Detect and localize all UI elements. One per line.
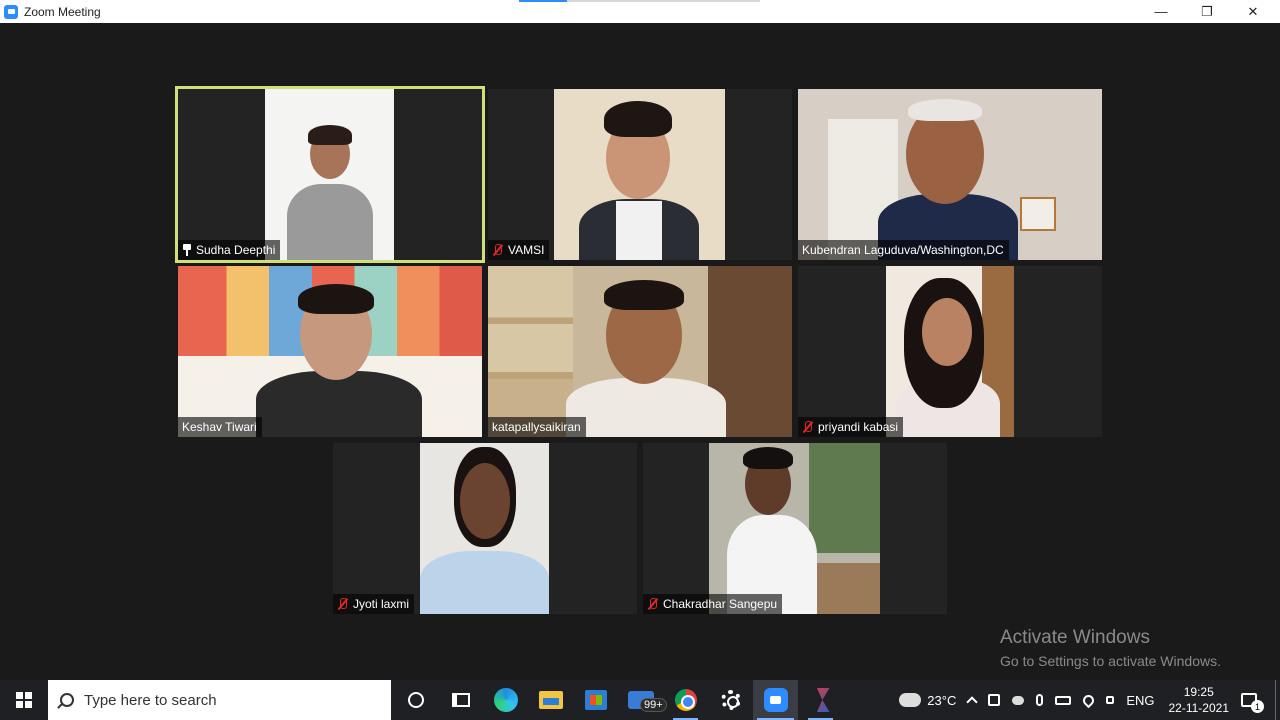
participant-name: Chakradhar Sangepu [663,597,778,611]
participant-name-tag: Sudha Deepthi [178,240,281,260]
language-indicator[interactable]: ENG [1126,693,1154,708]
clock[interactable]: 19:25 22-11-2021 [1169,684,1230,716]
close-button[interactable]: ✕ [1230,0,1276,23]
cortana-icon [407,692,424,708]
muted-mic-icon [802,421,814,433]
participant-name-tag: VAMSI [488,240,550,260]
search-icon [60,693,74,707]
participant-name: priyandi kabasi [818,420,899,434]
participant-name-tag: katapallysaikiran [488,417,586,437]
show-hidden-icons-button[interactable] [966,694,978,708]
windows-logo-icon [16,692,32,708]
participant-tile-3[interactable]: Kubendran Laguduva/Washington,DC [798,89,1102,260]
taskbar-search-box[interactable]: Type here to search [48,680,391,720]
onedrive-button[interactable] [1012,695,1025,705]
volume-button[interactable] [1106,696,1115,704]
microphone-icon [1036,694,1044,706]
participant-tile-8[interactable]: Chakradhar Sangepu [643,443,947,614]
participant-name-tag: Chakradhar Sangepu [643,594,783,614]
participant-name: Sudha Deepthi [196,243,276,257]
participant-video [420,443,549,614]
muted-mic-icon [492,244,504,256]
battery-button[interactable] [1055,695,1072,705]
store-button[interactable] [573,680,618,720]
watermark-title: Activate Windows [1000,627,1150,648]
gallery-view: Sudha Deepthi VAMSI Kubendran Laguduva/W… [0,23,1280,680]
task-view-button[interactable] [438,680,483,720]
participant-name: Jyoti laxmi [353,597,410,611]
participant-name-tag: priyandi kabasi [798,417,904,437]
settings-button[interactable] [708,680,753,720]
watermark-subtitle: Go to Settings to activate Windows. [1000,653,1221,669]
app-taskbar-button[interactable] [798,680,843,720]
participant-name-tag: Jyoti laxmi [333,594,415,614]
taskbar: Type here to search 99+ 23°C ENG 19:25 2… [0,680,1280,720]
tray-app-icon [988,694,1001,706]
store-icon [584,690,607,710]
onedrive-icon [1012,695,1025,705]
chrome-icon [674,689,697,711]
participant-video [265,89,394,260]
app-icon [816,688,830,712]
task-view-icon [451,693,470,707]
weather-temp: 23°C [927,692,957,708]
toolbar-hover-track [567,0,760,2]
participant-video [798,89,1102,260]
zoom-taskbar-button[interactable] [753,680,798,720]
participant-name: Keshav Tiwari [182,420,257,434]
participant-tile-2[interactable]: VAMSI [488,89,792,260]
search-placeholder: Type here to search [84,691,217,709]
cortana-button[interactable] [393,680,438,720]
tray-app-button[interactable] [988,694,1001,706]
clock-date: 22-11-2021 [1168,701,1230,715]
participant-name: katapallysaikiran [492,420,581,434]
participant-name-tag: Kubendran Laguduva/Washington,DC [798,240,1009,260]
volume-icon [1106,696,1115,704]
wifi-icon [1081,692,1097,708]
participant-tile-1[interactable]: Sudha Deepthi [175,86,485,263]
chevron-up-icon [966,696,978,708]
edge-icon [493,688,518,712]
participant-video [554,89,725,260]
edge-button[interactable] [483,680,528,720]
muted-mic-icon [337,598,349,610]
participant-tile-5[interactable]: katapallysaikiran [488,266,792,437]
microphone-button[interactable] [1036,694,1044,706]
zoom-icon [763,688,788,712]
weather-icon [897,687,922,707]
participant-tile-7[interactable]: Jyoti laxmi [333,443,637,614]
notification-count: 1 [1251,700,1264,713]
muted-mic-icon [647,598,659,610]
mail-button[interactable]: 99+ [618,680,667,720]
battery-icon [1055,695,1072,705]
show-desktop-button[interactable] [1275,680,1280,720]
participant-tile-4[interactable]: Keshav Tiwari [178,266,482,437]
clock-time: 19:25 [1183,685,1214,699]
folder-icon [538,691,563,709]
restore-button[interactable]: ❐ [1184,0,1230,23]
participant-tile-6[interactable]: priyandi kabasi [798,266,1102,437]
wifi-button[interactable] [1081,692,1097,708]
participant-video [709,443,880,614]
pin-icon [182,244,192,256]
activate-windows-watermark: Activate Windows Go to Settings to activ… [1000,627,1221,669]
notification-center-button[interactable]: 1 [1241,693,1264,713]
system-tray: 23°C ENG 19:25 22-11-2021 1 [893,680,1280,720]
minimize-button[interactable]: — [1138,0,1184,23]
gear-icon [720,690,741,710]
participant-name-tag: Keshav Tiwari [178,417,262,437]
participant-name: VAMSI [508,243,545,257]
chrome-button[interactable] [663,680,708,720]
participant-name: Kubendran Laguduva/Washington,DC [802,243,1004,257]
file-explorer-button[interactable] [528,680,573,720]
participant-video [886,266,1014,437]
window-title: Zoom Meeting [24,4,101,19]
start-button[interactable] [0,680,48,720]
zoom-app-icon [4,4,18,19]
weather-widget[interactable]: 23°C [897,687,957,708]
participant-video [178,266,482,437]
title-bar: Zoom Meeting — ❐ ✕ [0,0,1280,23]
toolbar-hover-indicator [519,0,567,2]
participant-video [488,266,792,437]
